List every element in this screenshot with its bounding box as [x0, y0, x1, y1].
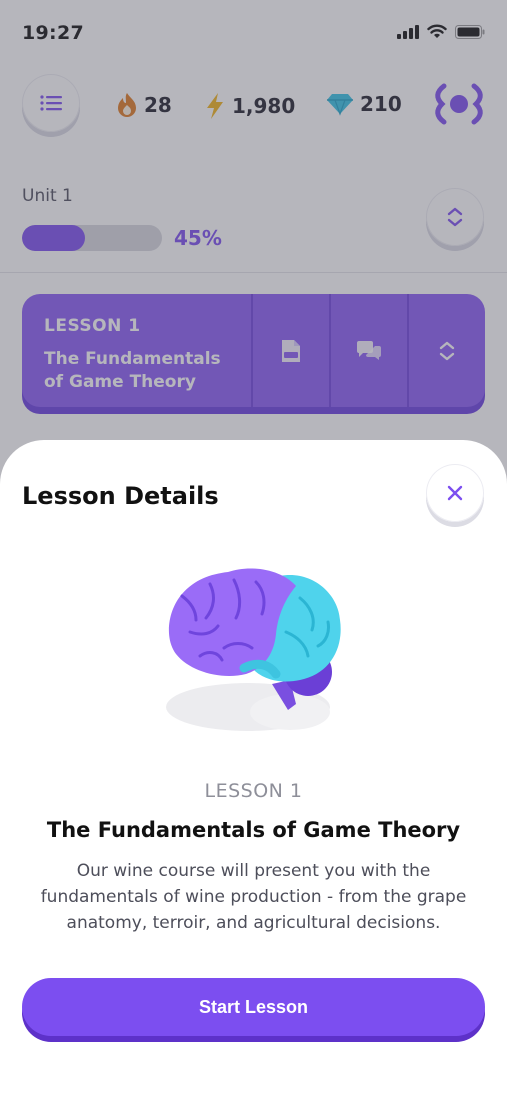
brain-illustration [166, 568, 341, 731]
app-screen: 19:27 28 1,980 210 Unit 1 45% LESSON 1 T… [0, 0, 507, 1098]
close-button[interactable] [426, 464, 484, 522]
sheet-lesson-title: The Fundamentals of Game Theory [46, 818, 461, 842]
sheet-description: Our wine course will present you with th… [40, 861, 467, 933]
close-icon [447, 485, 463, 501]
start-lesson-button[interactable]: Start Lesson [22, 978, 485, 1036]
sheet-lesson-number: LESSON 1 [204, 780, 303, 802]
sheet-title: Lesson Details [22, 482, 219, 510]
lesson-details-sheet: Lesson Details LESSON 1 The Fundamentals… [0, 440, 507, 1098]
